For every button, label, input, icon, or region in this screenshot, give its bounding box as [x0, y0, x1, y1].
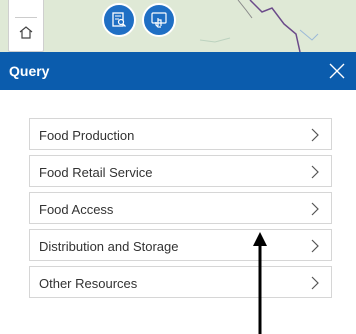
annotation-arrow-icon — [253, 232, 267, 334]
chevron-right-icon — [311, 165, 319, 179]
chevron-right-icon — [311, 276, 319, 290]
query-item-food-retail-service[interactable]: Food Retail Service — [29, 155, 332, 187]
query-widget-screen: Query Food Production Food Retail Servic… — [0, 0, 356, 334]
query-item-label: Distribution and Storage — [39, 239, 179, 254]
query-item-food-production[interactable]: Food Production — [29, 118, 332, 150]
chevron-right-icon — [311, 128, 319, 142]
query-item-food-access[interactable]: Food Access — [29, 192, 332, 224]
query-item-other-resources[interactable]: Other Resources — [29, 266, 332, 298]
close-icon[interactable] — [328, 62, 346, 80]
search-layer-icon — [112, 12, 126, 27]
map-area[interactable] — [0, 0, 356, 52]
map-zoom-control — [8, 0, 44, 52]
query-item-label: Food Production — [39, 128, 135, 143]
panel-header: Query — [0, 52, 356, 90]
query-item-distribution-and-storage[interactable]: Distribution and Storage — [29, 229, 332, 261]
map-roads — [199, 0, 319, 52]
query-item-label: Food Retail Service — [39, 165, 153, 180]
chevron-right-icon — [311, 239, 319, 253]
home-icon[interactable] — [18, 25, 34, 39]
select-button[interactable] — [142, 3, 176, 37]
zoom-divider — [15, 17, 37, 18]
search-layer-button[interactable] — [102, 3, 136, 37]
query-item-label: Food Access — [39, 202, 114, 217]
select-hand-icon — [151, 12, 167, 28]
chevron-right-icon — [311, 202, 319, 216]
panel-title: Query — [9, 63, 50, 79]
query-item-label: Other Resources — [39, 276, 138, 291]
query-list: Food Production Food Retail Service Food… — [29, 118, 332, 303]
